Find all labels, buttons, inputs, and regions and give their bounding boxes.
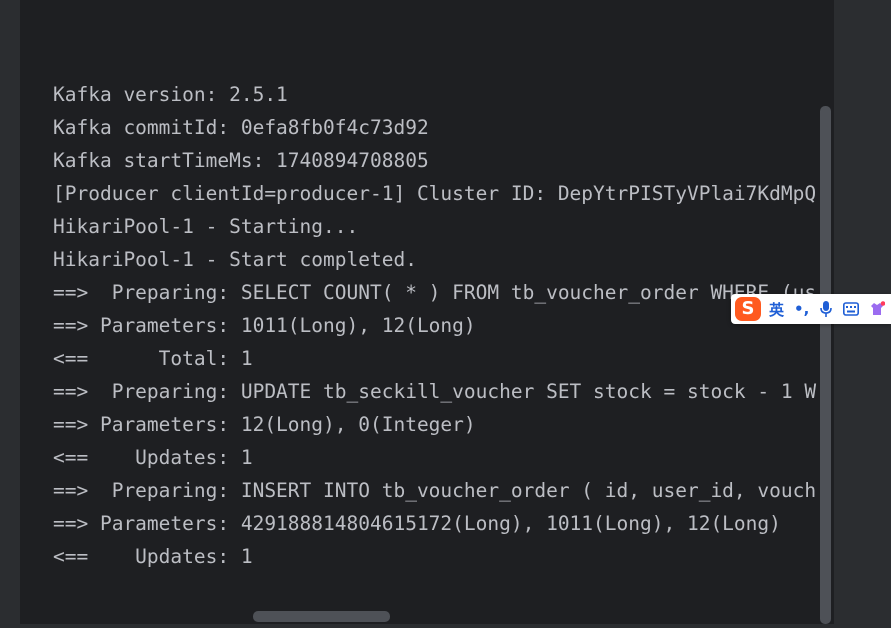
log-line: ==> Parameters: 12(Long), 0(Integer): [53, 413, 476, 436]
log-line: ==> Preparing: UPDATE tb_seckill_voucher…: [53, 380, 817, 403]
log-line: HikariPool-1 - Starting...: [53, 215, 359, 238]
ime-toolbar[interactable]: S 英 •,: [731, 294, 891, 324]
log-line: ==> Preparing: INSERT INTO tb_voucher_or…: [53, 479, 817, 502]
bottom-edge: [0, 624, 891, 628]
console-log: Kafka version: 2.5.1 Kafka commitId: 0ef…: [53, 78, 816, 573]
log-line: <== Updates: 1: [53, 446, 253, 469]
ime-logo-icon[interactable]: S: [735, 297, 761, 321]
vertical-scrollbar[interactable]: [820, 106, 831, 624]
ime-punctuation-toggle[interactable]: •,: [794, 302, 809, 317]
console-output-panel[interactable]: Kafka version: 2.5.1 Kafka commitId: 0ef…: [20, 0, 834, 624]
keyboard-icon[interactable]: [843, 302, 860, 316]
skin-icon[interactable]: [869, 301, 886, 317]
ime-language-toggle[interactable]: 英: [769, 299, 784, 320]
log-line: Kafka startTimeMs: 1740894708805: [53, 149, 429, 172]
left-gutter: [0, 0, 20, 628]
log-line: <== Total: 1: [53, 347, 253, 370]
log-line: ==> Preparing: SELECT COUNT( * ) FROM tb…: [53, 281, 817, 304]
log-line: [Producer clientId=producer-1] Cluster I…: [53, 182, 817, 205]
horizontal-scrollbar[interactable]: [253, 611, 390, 622]
microphone-icon[interactable]: [819, 301, 833, 317]
log-line: ==> Parameters: 429188814804615172(Long)…: [53, 512, 781, 535]
log-line: Kafka version: 2.5.1: [53, 83, 288, 106]
log-line: HikariPool-1 - Start completed.: [53, 248, 417, 271]
log-line: Kafka commitId: 0efa8fb0f4c73d92: [53, 116, 429, 139]
log-line: ==> Parameters: 1011(Long), 12(Long): [53, 314, 476, 337]
log-line: <== Updates: 1: [53, 545, 253, 568]
